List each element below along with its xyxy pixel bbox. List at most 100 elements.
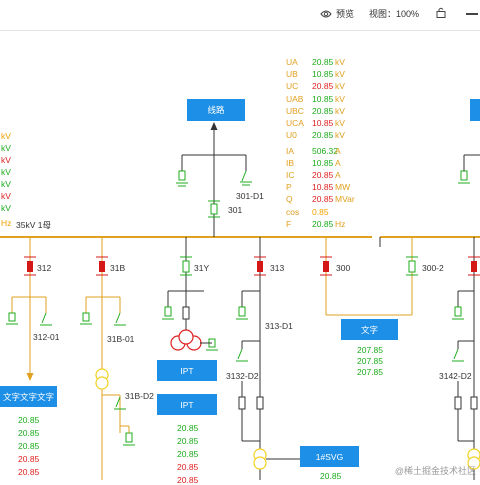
label-312: 312 [37,263,52,273]
left-unit-8: Hz [1,218,12,228]
zoom-button[interactable]: 视图：100% [369,7,419,20]
menu-button[interactable] [466,13,478,15]
left-unit-4: kV [1,167,11,177]
value-left-3: 20.85 [18,441,40,451]
svg-box[interactable]: 1#SVG [300,446,359,467]
value-ipt-1: 20.85 [177,423,199,433]
ground-switch-icon [176,170,188,187]
label-3132-d2: 3132-D2 [226,371,259,381]
meter-unit-ub: kV [335,69,345,79]
meter-value-ub: 10.85 [312,69,334,79]
meter-name-cos: cos [286,207,300,217]
transformer-red-icon [170,329,202,351]
meter-name-uc: UC [286,81,299,91]
meter-unit-uab: kV [335,94,345,104]
label-312-01: 312-01 [33,332,60,342]
meter-name-q: Q [286,194,293,204]
zoom-label: 视图：100% [369,9,420,19]
meter-unit-q: MVar [335,194,355,204]
value-ipt-2: 20.85 [177,436,199,446]
left-unit-7: kV [1,203,11,213]
meter-value-cos: 0.85 [312,207,329,217]
meter-value-uab: 10.85 [312,94,334,104]
meter-unit-ic: A [335,170,341,180]
label-301-d1: 301-D1 [236,191,264,201]
value-text-1: 207.85 [357,345,383,355]
meter-value-ua: 20.85 [312,57,334,67]
meter-name-ubc: UBC [286,106,304,116]
meter-unit-uca: kV [335,118,345,128]
arrow-down-icon [26,373,34,381]
meter-name-u0: U0 [286,130,297,140]
toolbar: 预览 视图：100% [0,0,480,31]
value-text-2: 207.85 [357,356,383,366]
transformer-yellow-icon [95,368,109,390]
meter-name-f: F [286,219,292,229]
meter-value-uc: 20.85 [312,81,334,91]
diagram-canvas: kV kV kV kV kV kV kV Hz 35kV 1母 线路 301-D… [0,31,480,484]
lock-button[interactable] [436,7,446,18]
meter-value-u0: 20.85 [312,130,334,140]
value-svg-1: 20.85 [320,471,342,481]
meter-name-ib: IB [286,158,295,168]
line-box-right[interactable] [470,99,480,121]
meter-name-uab: UAB [286,94,304,104]
value-ipt-5: 20.85 [177,475,199,485]
lock-icon [436,7,446,18]
meter-unit-u0: kV [335,130,345,140]
ground-switch-right-icon [458,170,470,184]
meter-value-uca: 10.85 [312,118,334,128]
value-text-3: 207.85 [357,367,383,377]
eye-icon [320,9,332,19]
meter-value-ib: 10.85 [312,158,334,168]
bus-label: 35kV 1母 [16,220,51,230]
value-left-1: 20.85 [18,415,40,425]
label-31b-01: 31B-01 [107,334,135,344]
meter-name-uca: UCA [286,118,304,128]
meter-value-q: 20.85 [312,194,334,204]
left-unit-5: kV [1,179,11,189]
meter-value-f: 20.85 [312,219,334,229]
label-31b-d2: 31B-D2 [125,391,154,401]
left-unit-6: kV [1,191,11,201]
text-box-left[interactable]: 文字文字文字 [0,386,57,407]
label-313: 313 [270,263,285,273]
meter-unit-ua: kV [335,57,345,67]
meter-name-p: P [286,182,292,192]
meter-value-p: 10.85 [312,182,334,192]
label-313-d1: 313-D1 [265,321,293,331]
label-31y: 31Y [194,263,210,273]
meter-unit-p: MW [335,182,351,192]
meter-name-ic: IC [286,170,295,180]
meter-unit-ubc: kV [335,106,345,116]
left-unit-1: kV [1,131,11,141]
minus-icon [466,13,478,15]
preview-label: 预览 [336,9,355,19]
value-left-4: 20.85 [18,454,40,464]
meter-unit-ia: A [335,146,341,156]
label-300-2: 300-2 [422,263,444,273]
meter-name-ia: IA [286,146,295,156]
label-301: 301 [228,205,243,215]
line-box[interactable]: 线路 [187,99,245,121]
label-300: 300 [336,263,351,273]
meter-value-ic: 20.85 [312,170,334,180]
watermark: @稀土掘金技术社区 [394,466,476,476]
label-3142-d2: 3142-D2 [439,371,472,381]
ipt-box-2[interactable]: IPT [157,394,217,415]
ipt-box-1[interactable]: IPT [157,360,217,381]
text-box[interactable]: 文字 [341,319,398,340]
arrow-up-icon [210,122,218,130]
left-unit-3: kV [1,155,11,165]
meter-unit-f: Hz [335,219,346,229]
value-left-5: 20.85 [18,467,40,477]
transformer-yellow-313-icon [253,448,267,470]
ground-knife-icon [240,170,252,186]
label-31b: 31B [110,263,126,273]
preview-button[interactable]: 预览 [320,7,354,20]
value-ipt-4: 20.85 [177,462,199,472]
meter-value-ubc: 20.85 [312,106,334,116]
meter-unit-uc: kV [335,81,345,91]
meter-name-ub: UB [286,69,298,79]
meter-name-ua: UA [286,57,298,67]
